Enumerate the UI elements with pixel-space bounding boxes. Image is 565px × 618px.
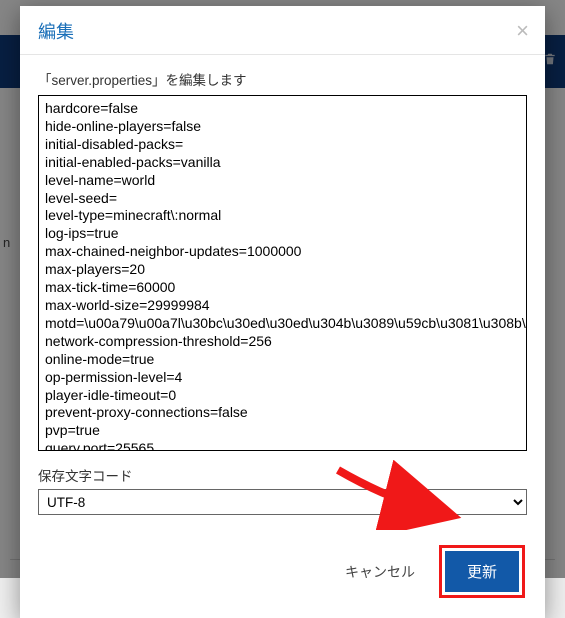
file-contents-container xyxy=(38,95,527,451)
edit-dialog: 編集 × 「server.properties」を編集します 保存文字コード U… xyxy=(20,6,545,618)
dialog-header: 編集 × xyxy=(20,6,545,55)
file-contents-textarea[interactable] xyxy=(39,96,526,450)
encoding-select[interactable]: UTF-8 xyxy=(38,489,527,515)
edit-file-description: 「server.properties」を編集します xyxy=(38,69,527,89)
cancel-button[interactable]: キャンセル xyxy=(345,562,415,582)
update-button-highlight: 更新 xyxy=(439,545,525,598)
dialog-title: 編集 xyxy=(38,18,74,44)
close-icon[interactable]: × xyxy=(516,20,529,42)
dialog-body: 「server.properties」を編集します 保存文字コード UTF-8 xyxy=(20,55,545,533)
encoding-label: 保存文字コード xyxy=(38,465,527,485)
update-button[interactable]: 更新 xyxy=(445,551,519,592)
dialog-footer: キャンセル 更新 xyxy=(20,533,545,618)
